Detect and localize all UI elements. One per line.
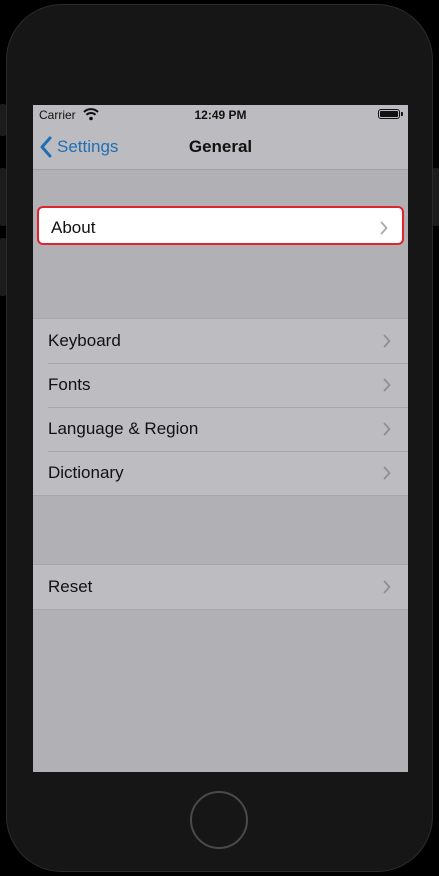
navigation-bar: Settings General xyxy=(33,125,408,170)
row-label: Keyboard xyxy=(48,331,121,350)
row-label: Fonts xyxy=(48,375,91,394)
chevron-right-icon xyxy=(383,334,391,348)
settings-group: Reset xyxy=(33,564,408,610)
battery-icon xyxy=(378,109,403,119)
home-button[interactable] xyxy=(190,791,248,849)
status-bar: Carrier 12:49 PM xyxy=(33,105,408,125)
chevron-right-icon xyxy=(383,378,391,392)
row-label: Dictionary xyxy=(48,463,124,482)
power-button xyxy=(433,168,439,226)
settings-row-keyboard[interactable]: Keyboard xyxy=(33,319,408,363)
page-title: General xyxy=(188,137,253,156)
row-label: About xyxy=(51,218,96,237)
mute-switch xyxy=(0,104,6,136)
volume-down-button xyxy=(0,238,6,296)
chevron-right-icon xyxy=(383,422,391,436)
settings-row-language-region[interactable]: Language & Region xyxy=(33,407,408,451)
settings-group: Keyboard Fonts Language & Region Diction… xyxy=(33,318,408,496)
chevron-right-icon xyxy=(383,580,391,594)
settings-row-reset[interactable]: Reset xyxy=(33,565,408,609)
row-label: Language & Region xyxy=(48,419,199,438)
settings-row-dictionary[interactable]: Dictionary xyxy=(33,451,408,495)
volume-up-button xyxy=(0,168,6,226)
status-time: 12:49 PM xyxy=(194,108,247,122)
chevron-right-icon xyxy=(383,466,391,480)
settings-row-fonts[interactable]: Fonts xyxy=(33,363,408,407)
row-label: Reset xyxy=(48,577,93,596)
screen: Carrier 12:49 PM Settings General About … xyxy=(33,105,408,772)
chevron-right-icon xyxy=(380,221,388,235)
settings-row-about[interactable]: About xyxy=(37,206,404,245)
